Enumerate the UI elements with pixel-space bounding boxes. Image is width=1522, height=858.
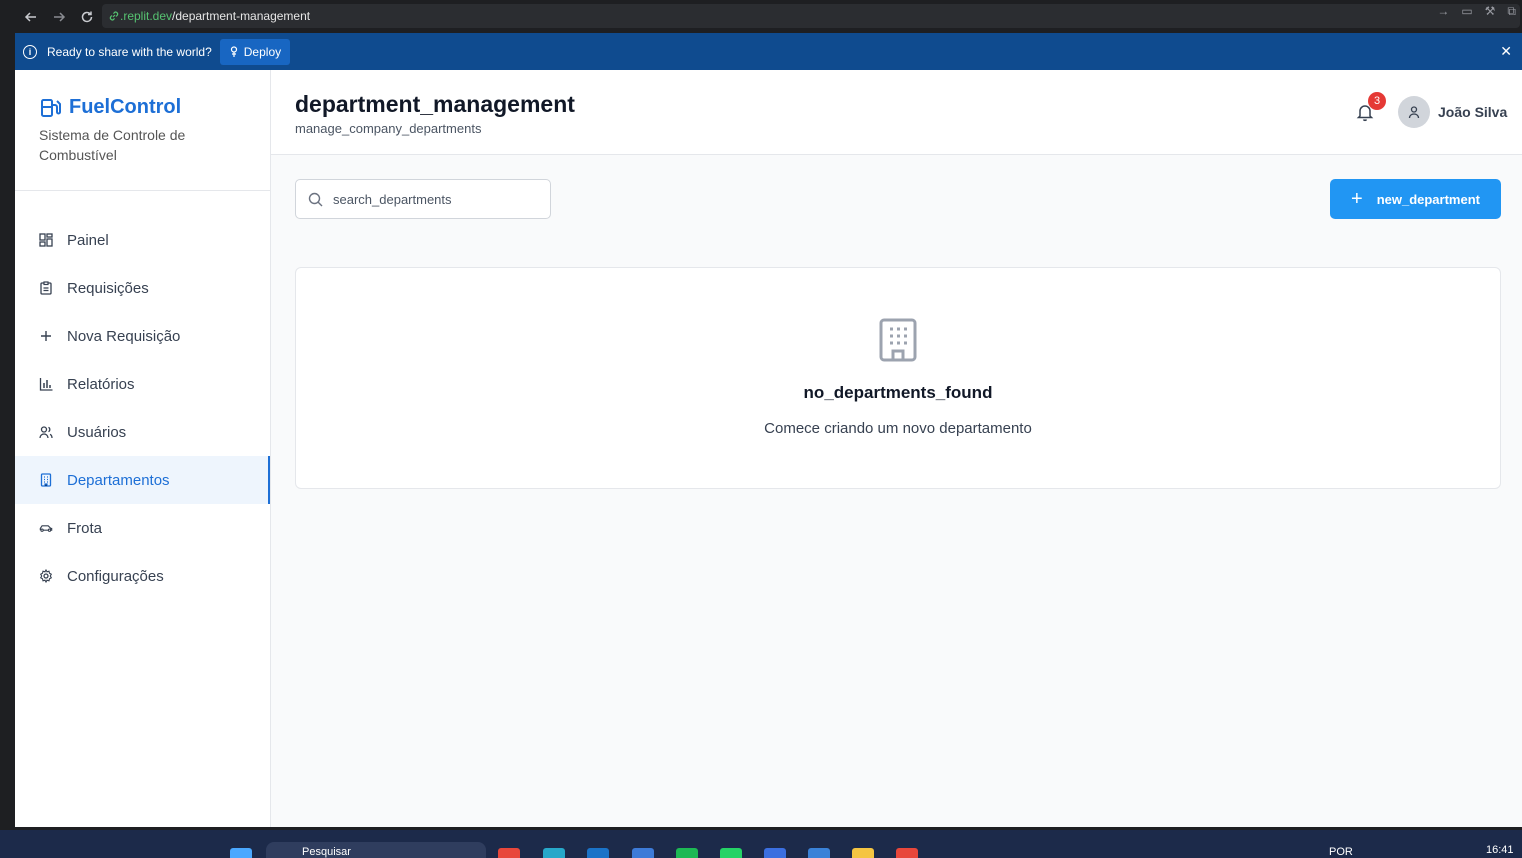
sidebar-item-relatorios[interactable]: Relatórios	[15, 360, 270, 408]
url-domain: .replit.dev	[120, 9, 173, 23]
sidebar-item-configuracoes[interactable]: Configurações	[15, 552, 270, 600]
spotify-icon[interactable]	[676, 848, 698, 858]
folder-icon[interactable]	[852, 848, 874, 858]
sidebar-item-label: Painel	[67, 231, 109, 249]
deploy-button-label: Deploy	[243, 44, 282, 59]
search-box[interactable]	[295, 179, 551, 219]
building-icon	[879, 318, 917, 367]
language-indicator[interactable]: POR	[1329, 846, 1353, 858]
sidebar-item-label: Departamentos	[67, 471, 170, 489]
brand: FuelControl Sistema de Controle de Combu…	[15, 70, 270, 191]
deploy-banner: i Ready to share with the world? Deploy …	[15, 33, 1522, 70]
app-window-icon[interactable]	[808, 848, 830, 858]
car-icon	[39, 521, 53, 535]
sidebar: FuelControl Sistema de Controle de Combu…	[15, 70, 271, 827]
address-bar[interactable]: .replit.dev/department-management	[102, 4, 1520, 28]
empty-state-description: Comece criando um novo departamento	[764, 420, 1032, 437]
page-title: department_management	[295, 91, 575, 117]
user-icon	[1408, 106, 1420, 119]
sidebar-item-departamentos[interactable]: Departamentos	[15, 456, 270, 504]
deploy-icon	[230, 46, 237, 57]
external-link-icon[interactable]: ⧉	[1507, 4, 1516, 19]
fuel-pump-icon	[41, 98, 61, 117]
avatar[interactable]	[1398, 96, 1430, 128]
app-red-icon[interactable]	[896, 848, 918, 858]
search-input[interactable]	[333, 191, 533, 207]
empty-state-title: no_departments_found	[803, 383, 993, 402]
gear-icon	[39, 569, 53, 583]
sidebar-item-label: Usuários	[67, 423, 127, 441]
building-icon	[39, 473, 53, 487]
empty-state-card: no_departments_found Comece criando um n…	[295, 267, 1501, 489]
brand-subtitle: Sistema de Controle de Combustível	[39, 127, 186, 163]
taskbar-search[interactable]: Pesquisar	[266, 842, 486, 858]
browser-actions: → ▭ ⚒ ⧉	[1437, 4, 1516, 19]
browser-toolbar: .replit.dev/department-management → ▭ ⚒ …	[0, 0, 1522, 33]
sidebar-item-usuarios[interactable]: Usuários	[15, 408, 270, 456]
users-icon	[39, 425, 53, 439]
monitor-icon[interactable]: ▭	[1461, 4, 1472, 19]
sidebar-item-painel[interactable]: Painel	[15, 216, 270, 264]
forward-arrow-icon[interactable]	[45, 3, 73, 31]
page-subtitle: manage_company_departments	[295, 121, 482, 136]
clock[interactable]: 16:41	[1486, 844, 1514, 856]
page-header: department_management manage_company_dep…	[271, 70, 1522, 155]
dashboard-grid-icon	[39, 233, 53, 247]
sidebar-item-label: Frota	[67, 519, 103, 537]
deploy-message: Ready to share with the world?	[47, 44, 212, 59]
reload-icon[interactable]	[73, 3, 101, 31]
app-p-icon[interactable]	[764, 848, 786, 858]
edge-icon[interactable]	[543, 848, 565, 858]
plus-icon: +	[1351, 187, 1363, 210]
sidebar-item-requisicoes[interactable]: Requisições	[15, 264, 270, 312]
sidebar-item-label: Configurações	[67, 567, 164, 585]
whatsapp-icon[interactable]	[720, 848, 742, 858]
outlook-icon[interactable]	[587, 848, 609, 858]
brand-title: FuelControl	[69, 96, 182, 118]
back-arrow-icon[interactable]	[17, 3, 45, 31]
close-icon[interactable]: ✕	[1500, 43, 1512, 60]
new-department-label: new_department	[1376, 191, 1480, 207]
wrench-icon[interactable]: ⚒	[1485, 4, 1496, 19]
new-department-button[interactable]: + new_department	[1330, 179, 1501, 219]
arrow-right-icon[interactable]: →	[1437, 4, 1449, 19]
url-path: /department-management	[172, 9, 311, 23]
taskbar: Pesquisar POR 16:41	[0, 830, 1522, 858]
search-icon	[308, 192, 323, 206]
windows-start-icon[interactable]	[230, 848, 252, 858]
notification-badge: 3	[1368, 92, 1386, 110]
user-name[interactable]: João Silva	[1438, 104, 1507, 120]
globe-icon[interactable]	[632, 848, 654, 858]
sidebar-item-label: Nova Requisição	[67, 327, 181, 345]
sidebar-menu: Painel Requisições Nova Requisição Relat…	[15, 191, 270, 600]
sidebar-item-frota[interactable]: Frota	[15, 504, 270, 552]
clipboard-icon	[39, 281, 53, 295]
sidebar-item-label: Requisições	[67, 279, 149, 297]
app-container: FuelControl Sistema de Controle de Combu…	[15, 70, 1522, 827]
plus-icon	[39, 329, 53, 343]
sidebar-item-nova-requisicao[interactable]: Nova Requisição	[15, 312, 270, 360]
taskbar-search-text: Pesquisar	[302, 846, 351, 858]
bar-chart-icon	[39, 377, 53, 391]
info-icon: i	[23, 44, 37, 59]
deploy-button[interactable]: Deploy	[219, 38, 291, 65]
sidebar-item-label: Relatórios	[67, 375, 135, 393]
link-icon	[109, 11, 119, 21]
window-edge	[0, 33, 15, 830]
brave-icon[interactable]	[498, 848, 520, 858]
